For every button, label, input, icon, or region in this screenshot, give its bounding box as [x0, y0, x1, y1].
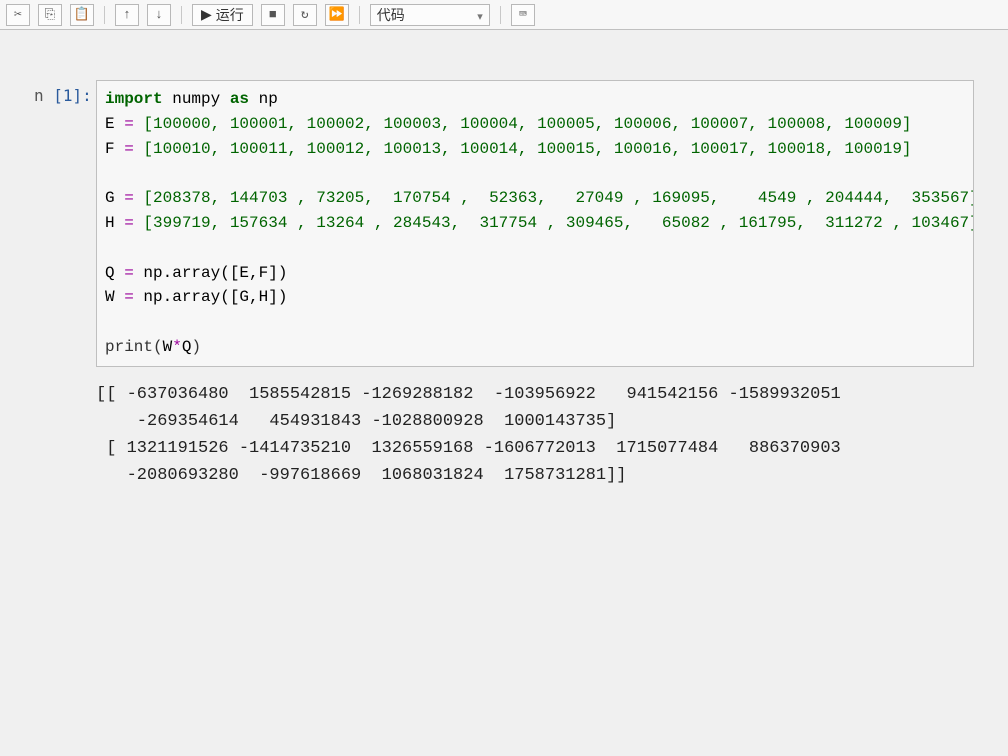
output-line: -269354614 454931843 -1028800928 1000143… — [96, 412, 616, 431]
cell-output: [[ -637036480 1585542815 -1269288182 -10… — [34, 381, 974, 490]
fast-forward-icon: ⏩ — [329, 7, 345, 22]
run-button[interactable]: ▶ 运行 — [192, 4, 253, 26]
separator — [500, 6, 501, 24]
separator — [104, 6, 105, 24]
output-line: [[ -637036480 1585542815 -1269288182 -10… — [96, 385, 841, 404]
output-line: [ 1321191526 -1414735210 1326559168 -160… — [96, 439, 841, 458]
code-cell[interactable]: n [1]: import numpy as np E = [100000, 1… — [34, 80, 974, 367]
paste-button[interactable]: 📋 — [70, 4, 94, 26]
copy-button[interactable]: ⎘ — [38, 4, 62, 26]
notebook-area: n [1]: import numpy as np E = [100000, 1… — [0, 30, 1008, 756]
restart-icon: ↻ — [301, 7, 309, 22]
paste-icon: 📋 — [74, 7, 90, 22]
toolbar: ✂ ⎘ 📋 ↑ ↓ ▶ 运行 ■ ↻ ⏩ 代码 ▾ ⌨ — [0, 0, 1008, 30]
keyboard-icon: ⌨ — [519, 7, 527, 22]
stop-button[interactable]: ■ — [261, 4, 285, 26]
move-up-button[interactable]: ↑ — [115, 4, 139, 26]
scissors-icon: ✂ — [14, 7, 22, 22]
chevron-down-icon: ▾ — [477, 10, 483, 23]
code-input[interactable]: import numpy as np E = [100000, 100001, … — [96, 80, 974, 367]
arrow-up-icon: ↑ — [123, 7, 131, 22]
copy-icon: ⎘ — [45, 7, 55, 22]
separator — [181, 6, 182, 24]
play-icon: ▶ — [201, 6, 212, 23]
cell-type-select[interactable]: 代码 ▾ — [370, 4, 490, 26]
output-line: -2080693280 -997618669 1068031824 175873… — [96, 466, 627, 485]
restart-button[interactable]: ↻ — [293, 4, 317, 26]
stop-icon: ■ — [269, 7, 277, 22]
move-down-button[interactable]: ↓ — [147, 4, 171, 26]
cut-button[interactable]: ✂ — [6, 4, 30, 26]
arrow-down-icon: ↓ — [155, 7, 163, 22]
separator — [359, 6, 360, 24]
run-label: 运行 — [216, 5, 244, 25]
command-palette-button[interactable]: ⌨ — [511, 4, 535, 26]
cell-prompt: n [1]: — [34, 80, 96, 367]
fast-forward-button[interactable]: ⏩ — [325, 4, 349, 26]
cell-type-value: 代码 — [377, 5, 405, 25]
